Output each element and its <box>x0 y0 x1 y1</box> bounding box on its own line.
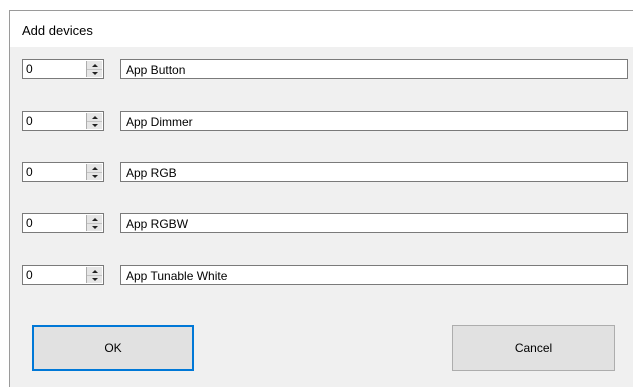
quantity-stepper[interactable]: 0 <box>22 265 104 285</box>
quantity-value[interactable]: 0 <box>26 62 33 76</box>
quantity-value[interactable]: 0 <box>26 165 33 179</box>
chevron-up-icon <box>91 166 98 170</box>
dialog-title: Add devices <box>22 23 93 38</box>
decrement-button[interactable] <box>87 69 102 77</box>
quantity-value[interactable]: 0 <box>26 268 33 282</box>
device-name: App RGB <box>126 166 177 180</box>
device-name-field[interactable]: App RGBW <box>120 213 628 233</box>
cancel-button[interactable]: Cancel <box>452 325 615 371</box>
decrement-button[interactable] <box>87 172 102 180</box>
device-row-app-rgb: 0 App RGB <box>22 161 628 183</box>
chevron-up-icon <box>91 115 98 119</box>
quantity-stepper[interactable]: 0 <box>22 213 104 233</box>
chevron-up-icon <box>91 269 98 273</box>
ok-button[interactable]: OK <box>32 325 194 371</box>
device-name: App Dimmer <box>126 115 193 129</box>
chevron-down-icon <box>91 123 98 127</box>
quantity-value[interactable]: 0 <box>26 216 33 230</box>
add-devices-dialog: Add devices 0 App Button 0 App Dimmer 0 <box>9 10 633 387</box>
device-name-field[interactable]: App RGB <box>120 162 628 182</box>
decrement-button[interactable] <box>87 275 102 283</box>
device-name: App Tunable White <box>126 269 228 283</box>
quantity-value[interactable]: 0 <box>26 114 33 128</box>
device-row-app-rgbw: 0 App RGBW <box>22 212 628 234</box>
decrement-button[interactable] <box>87 223 102 231</box>
stepper-buttons <box>86 113 102 129</box>
device-name-field[interactable]: App Dimmer <box>120 111 628 131</box>
device-row-app-dimmer: 0 App Dimmer <box>22 110 628 132</box>
stepper-buttons <box>86 215 102 231</box>
device-name: App RGBW <box>126 217 189 231</box>
quantity-stepper[interactable]: 0 <box>22 59 104 79</box>
chevron-down-icon <box>91 277 98 281</box>
chevron-down-icon <box>91 174 98 178</box>
title-bar: Add devices <box>10 11 633 47</box>
device-name-field[interactable]: App Button <box>120 59 628 79</box>
stepper-buttons <box>86 267 102 283</box>
chevron-down-icon <box>91 71 98 75</box>
chevron-down-icon <box>91 225 98 229</box>
stepper-buttons <box>86 164 102 180</box>
quantity-stepper[interactable]: 0 <box>22 111 104 131</box>
chevron-up-icon <box>91 217 98 221</box>
decrement-button[interactable] <box>87 121 102 129</box>
device-row-app-button: 0 App Button <box>22 58 628 80</box>
quantity-stepper[interactable]: 0 <box>22 162 104 182</box>
device-row-app-tunable-white: 0 App Tunable White <box>22 264 628 286</box>
device-name-field[interactable]: App Tunable White <box>120 265 628 285</box>
chevron-up-icon <box>91 63 98 67</box>
stepper-buttons <box>86 61 102 77</box>
device-name: App Button <box>126 63 186 77</box>
